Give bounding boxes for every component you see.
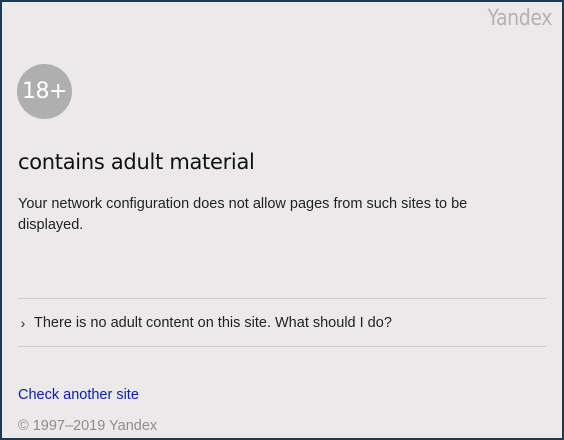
check-another-site-link[interactable]: Check another site <box>18 387 139 403</box>
age-restriction-badge: 18+ <box>17 64 72 119</box>
page-window: Yandex 18+ contains adult material Your … <box>0 0 564 440</box>
divider-bottom <box>18 346 546 347</box>
divider-top <box>18 298 546 299</box>
copyright-text: © 1997–2019 Yandex <box>18 418 158 434</box>
page-title: contains adult material <box>18 150 255 174</box>
description-text: Your network configuration does not allo… <box>18 196 468 233</box>
yandex-logo: Yandex <box>487 6 553 31</box>
expander-label: There is no adult content on this site. … <box>34 315 392 331</box>
no-adult-content-expander[interactable]: › There is no adult content on this site… <box>18 311 546 335</box>
chevron-right-icon: › <box>20 315 26 331</box>
